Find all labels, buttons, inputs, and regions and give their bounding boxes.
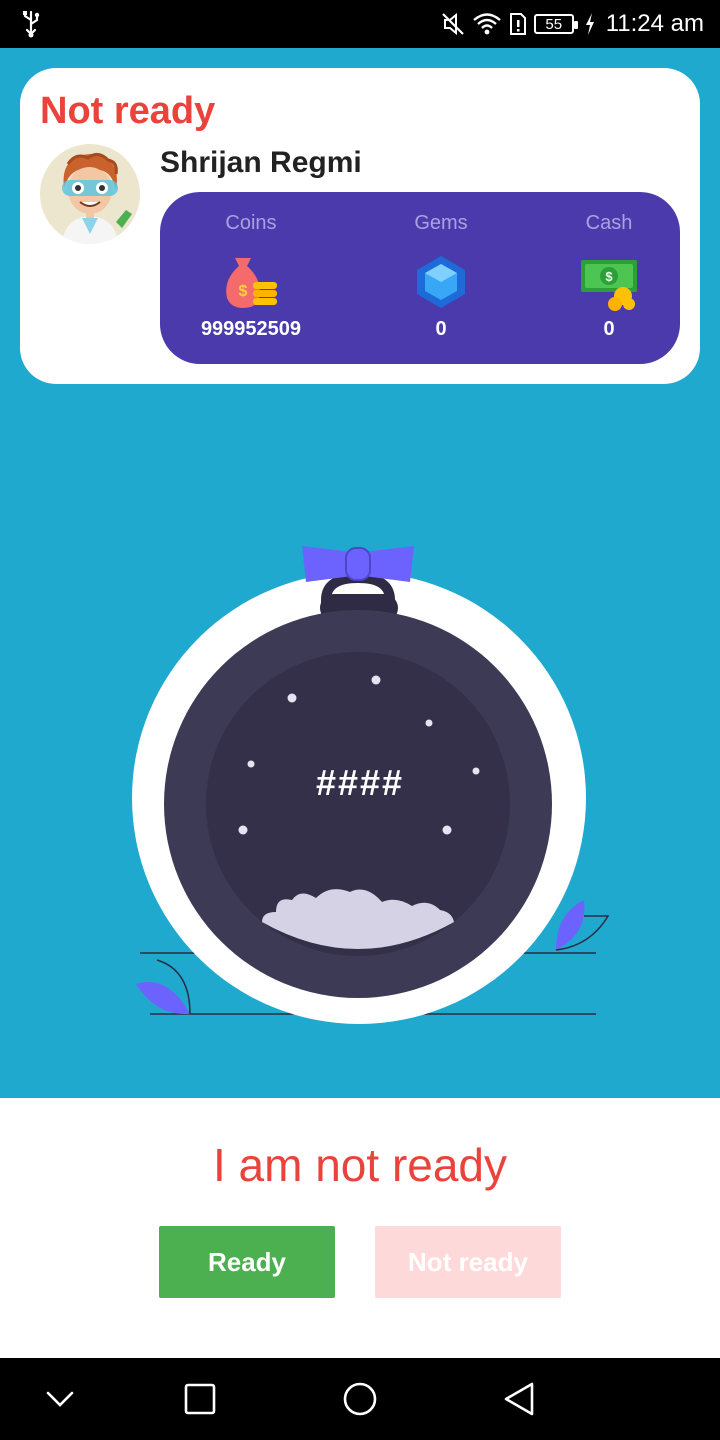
gem-icon [417, 256, 465, 308]
svg-text:$: $ [239, 283, 248, 300]
battery-icon: 55 [533, 14, 578, 34]
cash-icon: $ [581, 260, 637, 311]
stat-label: Cash [585, 212, 633, 234]
sim-icon [509, 13, 526, 35]
svg-text:$: $ [605, 269, 613, 284]
star [287, 693, 297, 703]
stat-cash: Cash $ 0 [534, 192, 684, 364]
status-time: 11:24 am [605, 10, 704, 37]
bottom-sheet: I am not ready Ready Not ready [0, 1098, 720, 1358]
mute-icon [441, 12, 464, 36]
money-bag-icon: $ [226, 258, 277, 308]
charging-icon [585, 13, 594, 35]
leaf-left [136, 982, 190, 1015]
stat-coins: Coins $ 999952509 [176, 192, 326, 364]
profile-card: Not ready Shrijan Regmi Coins $ 99995250… [20, 68, 700, 384]
star [472, 767, 480, 775]
stat-value: 0 [435, 318, 447, 340]
back-triangle-icon[interactable] [500, 1379, 540, 1419]
star [371, 675, 381, 685]
home-circle-icon[interactable] [340, 1379, 380, 1419]
chevron-down-icon[interactable] [40, 1379, 80, 1419]
wifi-icon [472, 13, 501, 35]
status-icons: 55 11:24 am [440, 8, 704, 40]
bow-left [302, 546, 352, 582]
system-nav-bar [0, 1358, 720, 1440]
ready-button[interactable]: Ready [159, 1226, 335, 1298]
recents-square-icon[interactable] [180, 1379, 220, 1419]
not-ready-button[interactable]: Not ready [375, 1226, 561, 1298]
ready-status-message: I am not ready [212, 1139, 508, 1191]
bow-right [364, 546, 414, 582]
star [442, 825, 452, 835]
status-bar: 55 11:24 am [0, 0, 720, 48]
star [247, 760, 255, 768]
stat-value: 999952509 [200, 318, 302, 340]
stat-label: Gems [414, 212, 468, 234]
stat-label: Coins [225, 212, 277, 234]
battery-level: 55 [545, 15, 563, 33]
bow-knot [345, 547, 371, 581]
star [425, 719, 433, 727]
scientist-avatar-icon [40, 144, 140, 244]
star [238, 825, 248, 835]
status-heading: Not ready [40, 90, 216, 132]
room-code-text: #### [315, 762, 405, 803]
avatar[interactable] [40, 144, 140, 244]
stats-panel: Coins $ 999952509 Gems 0 Cash $ 0 [160, 192, 680, 364]
user-name: Shrijan Regmi [160, 146, 362, 179]
stat-value: 0 [603, 318, 615, 340]
usb-icon [23, 10, 40, 38]
stat-gems: Gems 0 [366, 192, 516, 364]
